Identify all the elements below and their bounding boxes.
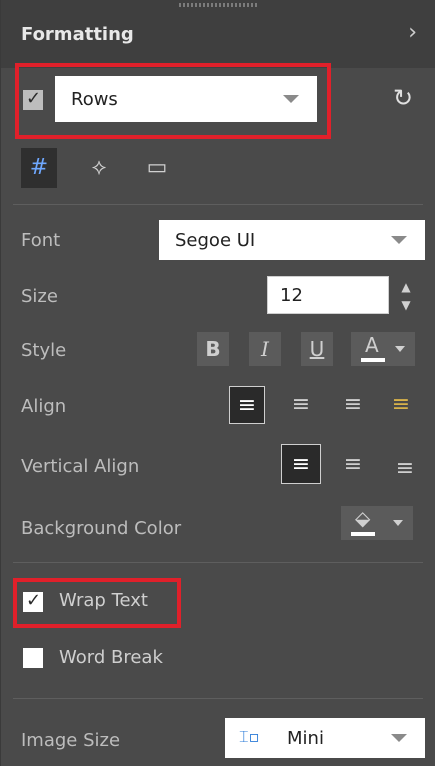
align-right-button[interactable]: ≡: [335, 386, 371, 424]
decrement-icon[interactable]: ▼: [397, 298, 415, 312]
formatting-panel: Formatting › ✓ Rows ↻ # ⟡ ▭ Font Segoe U…: [0, 0, 435, 766]
font-select[interactable]: Segoe UI: [159, 220, 425, 260]
align-label: Align: [21, 396, 67, 417]
background-color-button[interactable]: ⬙: [341, 506, 413, 540]
chevron-down-icon: [283, 95, 299, 103]
chevron-down-icon: [393, 520, 403, 526]
valign-top-button[interactable]: ≡: [281, 444, 321, 484]
checkmark-icon: ✓: [26, 88, 42, 109]
divider: [13, 204, 423, 205]
paint-bucket-icon: ⬙: [355, 506, 371, 530]
divider: [13, 562, 423, 563]
size-label: Size: [21, 286, 58, 307]
valign-middle-button[interactable]: ≡: [335, 446, 371, 484]
font-color-button[interactable]: A: [351, 332, 415, 366]
increment-icon[interactable]: ▲: [397, 280, 415, 294]
chevron-down-icon: [391, 236, 407, 244]
align-left-button[interactable]: ≡: [229, 386, 265, 424]
align-auto-button[interactable]: ≡: [383, 386, 419, 424]
bold-button[interactable]: B: [197, 332, 229, 366]
text-format-icon[interactable]: #: [21, 148, 57, 188]
align-center-button[interactable]: ≡: [283, 386, 319, 424]
border-icon[interactable]: ▭: [139, 148, 175, 188]
underline-button[interactable]: U: [301, 332, 333, 366]
divider: [13, 698, 423, 699]
checkmark-icon: ✓: [26, 590, 42, 611]
chevron-right-icon[interactable]: ›: [408, 20, 417, 45]
font-color-swatch: [361, 358, 385, 362]
reset-icon[interactable]: ↻: [393, 84, 413, 112]
style-label: Style: [21, 340, 67, 361]
target-select[interactable]: Rows: [55, 76, 317, 122]
paint-bucket-icon[interactable]: ⟡: [81, 148, 117, 188]
font-label: Font: [21, 230, 61, 251]
image-size-label: Image Size: [21, 730, 121, 751]
size-input[interactable]: 12: [267, 276, 389, 314]
target-enable-checkbox[interactable]: ✓: [23, 88, 43, 110]
chevron-down-icon: [395, 346, 405, 352]
italic-button[interactable]: I: [249, 332, 281, 366]
image-size-value: Mini: [287, 728, 324, 749]
background-color-label: Background Color: [21, 518, 182, 539]
target-select-value: Rows: [71, 89, 118, 110]
panel-header: Formatting ›: [1, 0, 435, 68]
font-select-value: Segoe UI: [175, 230, 256, 251]
image-size-icon: ⌶▫: [239, 727, 260, 746]
resize-grip[interactable]: [179, 3, 259, 7]
panel-title: Formatting: [21, 24, 134, 45]
word-break-checkbox[interactable]: [23, 648, 43, 668]
font-color-letter: A: [365, 333, 379, 357]
wrap-text-checkbox[interactable]: ✓: [23, 590, 43, 612]
word-break-label: Word Break: [59, 647, 163, 668]
image-size-select[interactable]: ⌶▫ Mini: [225, 718, 425, 758]
vertical-align-label: Vertical Align: [21, 456, 140, 477]
wrap-text-label: Wrap Text: [59, 590, 148, 611]
chevron-down-icon: [391, 734, 407, 742]
background-color-swatch: [351, 532, 375, 536]
valign-bottom-button[interactable]: ≡: [387, 450, 423, 488]
